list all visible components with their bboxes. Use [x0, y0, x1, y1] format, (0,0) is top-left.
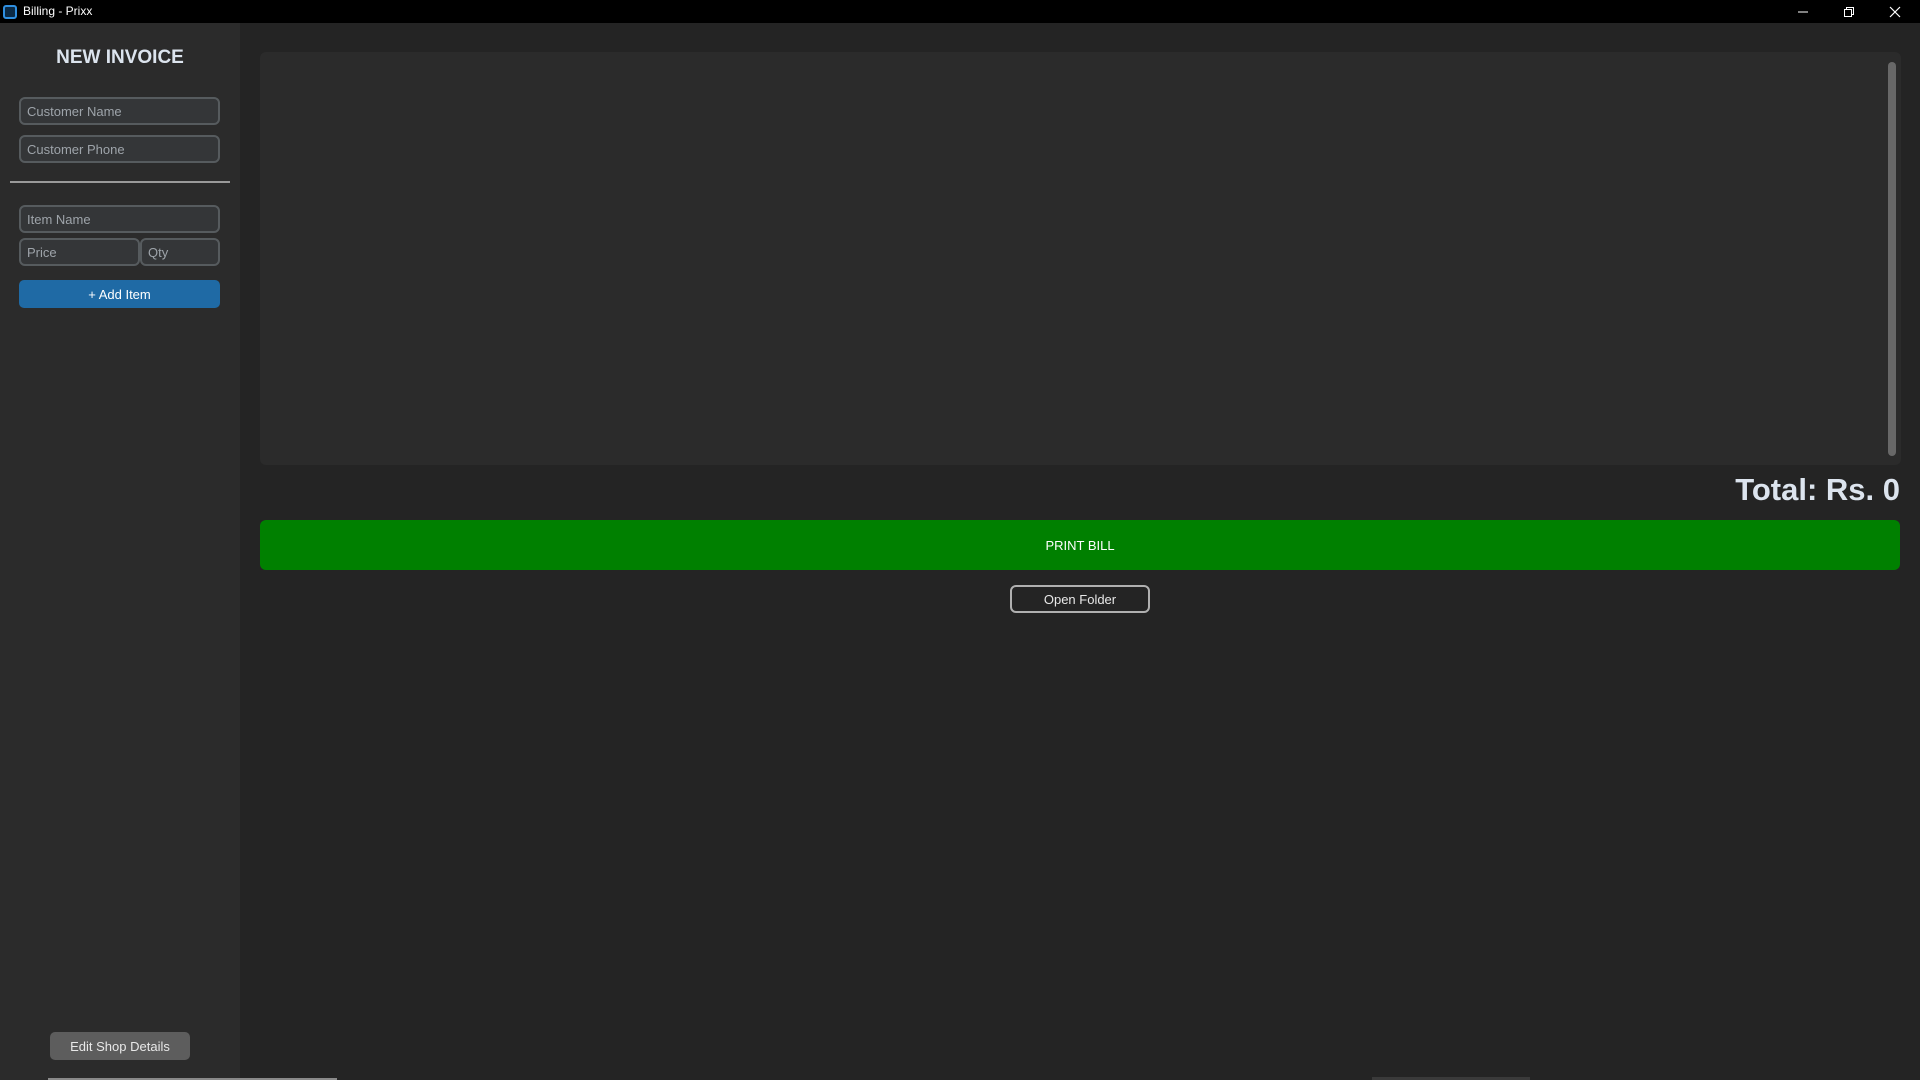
- restore-button[interactable]: [1826, 0, 1872, 23]
- customer-phone-input[interactable]: [19, 135, 220, 163]
- minimize-icon: [1798, 11, 1808, 12]
- title-bar: Billing - Prixx: [0, 0, 1920, 23]
- minimize-button[interactable]: [1780, 0, 1826, 23]
- sidebar: NEW INVOICE + Add Item Edit Shop Details: [0, 23, 337, 1080]
- edit-shop-details-button[interactable]: Edit Shop Details: [50, 1032, 190, 1060]
- app-icon: [3, 5, 17, 19]
- qty-input[interactable]: [140, 238, 220, 266]
- open-folder-button[interactable]: Open Folder: [1010, 585, 1150, 613]
- sidebar-divider: [10, 181, 230, 183]
- close-icon: [1889, 6, 1901, 17]
- total-label: Total: Rs. 0: [1735, 472, 1900, 507]
- add-item-button[interactable]: + Add Item: [19, 280, 220, 308]
- restore-icon: [1844, 6, 1854, 17]
- close-button[interactable]: [1872, 0, 1918, 23]
- customer-name-input[interactable]: [19, 97, 220, 125]
- print-bill-button[interactable]: PRINT BILL: [260, 520, 1900, 570]
- items-list[interactable]: [260, 52, 1901, 465]
- window-title: Billing - Prixx: [23, 4, 93, 18]
- page-title: NEW INVOICE: [56, 47, 184, 68]
- items-scrollbar[interactable]: [1888, 62, 1896, 456]
- price-input[interactable]: [19, 238, 140, 266]
- item-name-input[interactable]: [19, 205, 220, 233]
